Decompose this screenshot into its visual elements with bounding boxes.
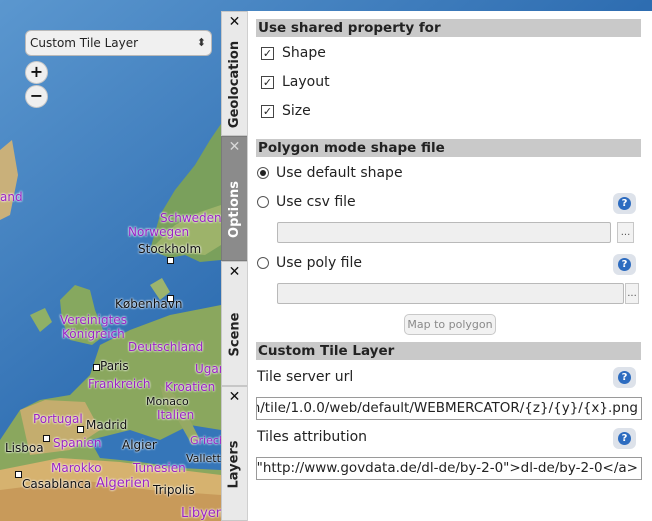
tab-scene-label: Scene bbox=[227, 312, 242, 356]
map-label-marokko: Marokko bbox=[51, 461, 102, 475]
layout-checkbox[interactable]: ✓ bbox=[261, 75, 274, 89]
map-label-algier: Algier bbox=[122, 438, 157, 452]
map-label-kroatien: Kroatien bbox=[165, 380, 216, 394]
custom-tile-layer-header: Custom Tile Layer bbox=[256, 342, 641, 360]
map-label-italien: Italien bbox=[157, 408, 195, 422]
city-marker bbox=[77, 426, 84, 433]
map-label-lisboa: Lisboa bbox=[5, 441, 44, 455]
map-label-frankreich: Frankreich bbox=[88, 377, 151, 391]
tile-layer-select[interactable]: Custom Tile Layer ⬍ bbox=[25, 30, 212, 56]
poly-help-button[interactable]: ? bbox=[613, 254, 636, 275]
map-label-vereinigtes: Vereinigtes bbox=[60, 313, 127, 327]
map-to-polygon-button[interactable]: Map to polygon bbox=[404, 314, 496, 335]
tab-options-label: Options bbox=[227, 180, 243, 238]
map-label-tripolis: Tripolis bbox=[153, 483, 195, 497]
tab-layers-label: Layers bbox=[227, 439, 243, 489]
csv-browse-button[interactable]: ... bbox=[617, 222, 634, 243]
map-label-konigreich: Königreich bbox=[62, 327, 125, 341]
shared-property-header: Use shared property for bbox=[256, 19, 641, 37]
map-label-portugal: Portugal bbox=[33, 412, 83, 426]
shape-checkbox[interactable]: ✓ bbox=[261, 46, 274, 60]
tab-geolocation-label: Geolocation bbox=[227, 40, 243, 128]
help-icon: ? bbox=[621, 372, 628, 383]
zoom-in-button[interactable]: + bbox=[25, 61, 48, 84]
close-icon[interactable]: ✕ bbox=[222, 14, 247, 30]
map-label-norwegen: Norwegen bbox=[128, 225, 190, 239]
poly-file-radio-row[interactable]: Use poly file bbox=[257, 252, 362, 274]
city-marker bbox=[43, 435, 50, 442]
poly-browse-button[interactable]: ... bbox=[625, 283, 639, 304]
csv-file-radio[interactable] bbox=[257, 196, 269, 208]
tab-options[interactable]: ✕ Options bbox=[221, 136, 248, 261]
csv-file-label: Use csv file bbox=[276, 194, 356, 210]
help-icon: ? bbox=[621, 198, 628, 209]
map-label-and: and bbox=[0, 190, 23, 204]
close-icon[interactable]: ✕ bbox=[222, 389, 247, 405]
shape-checkbox-label: Shape bbox=[282, 45, 326, 61]
csv-file-radio-row[interactable]: Use csv file bbox=[257, 191, 356, 213]
tiles-attribution-input[interactable]: "http://www.govdata.de/dl-de/by-2-0">dl-… bbox=[256, 457, 642, 480]
map-label-tunesien: Tunesien bbox=[133, 461, 186, 475]
tile-server-url-label: Tile server url bbox=[257, 369, 354, 385]
map-label-schweden: Schweden bbox=[160, 211, 222, 225]
map-label-valletta: Vallett bbox=[186, 452, 221, 465]
attribution-help-button[interactable]: ? bbox=[613, 428, 636, 449]
close-icon[interactable]: ✕ bbox=[222, 264, 247, 280]
layout-checkbox-label: Layout bbox=[282, 74, 330, 90]
updown-chevron-icon: ⬍ bbox=[196, 36, 206, 49]
poly-file-field[interactable] bbox=[277, 283, 624, 304]
url-help-button[interactable]: ? bbox=[613, 367, 636, 388]
options-panel: Use shared property for ✓ Shape ✓ Layout… bbox=[247, 11, 652, 521]
tile-server-url-input[interactable]: n/tile/1.0.0/web/default/WEBMERCATOR/{z}… bbox=[256, 397, 642, 420]
zoom-out-button[interactable]: − bbox=[25, 85, 48, 108]
help-icon: ? bbox=[621, 259, 628, 270]
city-marker bbox=[93, 364, 100, 371]
tile-layer-select-value: Custom Tile Layer bbox=[30, 36, 139, 50]
map-label-casablanca: Casablanca bbox=[22, 477, 92, 491]
map-label-algerien: Algerien bbox=[96, 476, 150, 491]
size-checkbox-row[interactable]: ✓ Size bbox=[261, 100, 311, 122]
map-label-libyen: Libyen bbox=[181, 506, 225, 521]
help-icon: ? bbox=[621, 433, 628, 444]
city-marker bbox=[167, 295, 174, 302]
map-label-madrid: Madrid bbox=[86, 418, 128, 432]
poly-file-radio[interactable] bbox=[257, 257, 269, 269]
map-label-deutschland: Deutschland bbox=[128, 340, 204, 354]
csv-help-button[interactable]: ? bbox=[613, 193, 636, 214]
map-label-spanien: Spanien bbox=[53, 436, 102, 450]
poly-file-label: Use poly file bbox=[276, 255, 363, 271]
shape-checkbox-row[interactable]: ✓ Shape bbox=[261, 42, 326, 64]
polygon-mode-header: Polygon mode shape file bbox=[256, 139, 641, 157]
tab-layers[interactable]: ✕ Layers bbox=[221, 386, 248, 521]
city-marker bbox=[167, 257, 174, 264]
close-icon[interactable]: ✕ bbox=[222, 139, 247, 155]
map-label-stockholm: Stockholm bbox=[138, 242, 202, 256]
tab-scene[interactable]: ✕ Scene bbox=[221, 261, 248, 386]
layout-checkbox-row[interactable]: ✓ Layout bbox=[261, 71, 330, 93]
map-label-paris: Paris bbox=[100, 359, 129, 373]
size-checkbox[interactable]: ✓ bbox=[261, 104, 274, 118]
dock-tabs: ✕ Geolocation ✕ Options ✕ Scene ✕ Layers bbox=[221, 11, 248, 521]
size-checkbox-label: Size bbox=[282, 103, 311, 119]
tab-geolocation[interactable]: ✕ Geolocation bbox=[221, 11, 248, 136]
default-shape-radio[interactable] bbox=[257, 167, 269, 179]
default-shape-radio-row[interactable]: Use default shape bbox=[257, 162, 403, 184]
tiles-attribution-label: Tiles attribution bbox=[257, 429, 368, 445]
city-marker bbox=[15, 471, 22, 478]
default-shape-label: Use default shape bbox=[276, 165, 403, 181]
csv-file-field[interactable] bbox=[277, 222, 611, 243]
map-label-monaco: Monaco bbox=[146, 395, 189, 408]
